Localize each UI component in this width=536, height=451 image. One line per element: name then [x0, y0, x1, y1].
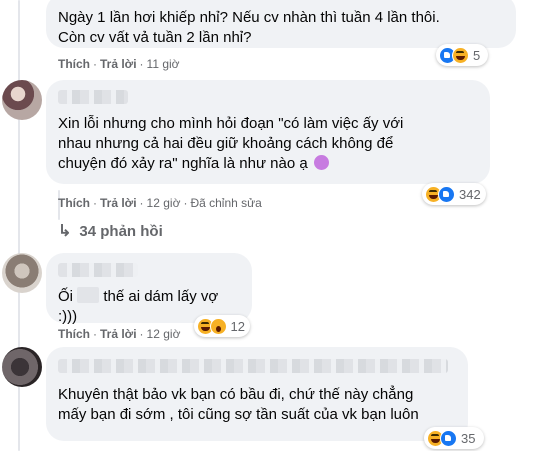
timestamp[interactable]: 12 giờ: [147, 327, 181, 341]
comment-actions: Thích · Trả lời · 11 giờ: [58, 57, 180, 71]
timestamp[interactable]: 11 giờ: [147, 57, 180, 71]
wow-icon: [209, 317, 227, 335]
author-name-redacted[interactable]: [58, 263, 138, 277]
redacted-word: [77, 287, 100, 303]
haha-icon: [452, 46, 469, 64]
reply-link[interactable]: Trả lời: [100, 327, 137, 341]
reaction-count: 5: [473, 47, 481, 63]
like-link[interactable]: Thích: [58, 57, 90, 71]
comment-bubble: Ối thế ai dám lấy vợ :))): [46, 253, 252, 325]
comment-text: Ngày 1 lần hơi khiếp nhỉ? Nếu cv nhàn th…: [58, 9, 440, 46]
reaction-summary[interactable]: 12: [194, 315, 250, 337]
avatar[interactable]: [2, 347, 42, 387]
reaction-count: 35: [461, 430, 476, 446]
author-name-redacted[interactable]: [58, 359, 448, 373]
comment-body: Xin lỗi nhưng cho mình hỏi đoạn "có làm …: [58, 115, 404, 172]
reply-link[interactable]: Trả lời: [100, 196, 137, 210]
timestamp[interactable]: 12 giờ: [147, 196, 181, 210]
comment-actions: Thích · Trả lời · 12 giờ · Đã chỉnh sửa: [58, 196, 262, 210]
replies-count-label: 34 phản hồi: [79, 222, 163, 240]
comment-body-start: Ối: [58, 288, 73, 305]
comment-actions: Thích · Trả lời · 12 giờ: [58, 327, 181, 341]
reaction-summary[interactable]: 342: [422, 183, 486, 205]
comment-text: Khuyên thật bảo vk bạn có bầu đi, chứ th…: [58, 386, 419, 423]
avatar[interactable]: [2, 253, 42, 293]
view-replies-link[interactable]: ↳ 34 phản hồi: [58, 221, 163, 241]
flushed-face-icon: [313, 155, 329, 170]
comment-bubble: Ngày 1 lần hơi khiếp nhỉ? Nếu cv nhàn th…: [46, 0, 516, 48]
comment-bubble: Xin lỗi nhưng cho mình hỏi đoạn "có làm …: [46, 80, 490, 184]
edited-label: Đã chỉnh sửa: [190, 196, 262, 210]
reaction-count: 342: [459, 186, 481, 202]
avatar[interactable]: [2, 80, 42, 120]
reaction-summary[interactable]: 35: [424, 427, 484, 449]
author-name-redacted[interactable]: [58, 90, 128, 104]
like-link[interactable]: Thích: [58, 327, 90, 341]
comment-bubble: Khuyên thật bảo vk bạn có bầu đi, chứ th…: [46, 347, 468, 441]
like-icon: [440, 429, 457, 447]
like-link[interactable]: Thích: [58, 196, 90, 210]
like-icon: [438, 185, 455, 203]
reply-link[interactable]: Trả lời: [100, 57, 137, 71]
reaction-summary[interactable]: 5: [436, 44, 488, 66]
reaction-count: 12: [230, 318, 245, 334]
comment-text: Xin lỗi nhưng cho mình hỏi đoạn "có làm …: [58, 114, 478, 174]
reply-arrow-icon: ↳: [58, 223, 72, 240]
